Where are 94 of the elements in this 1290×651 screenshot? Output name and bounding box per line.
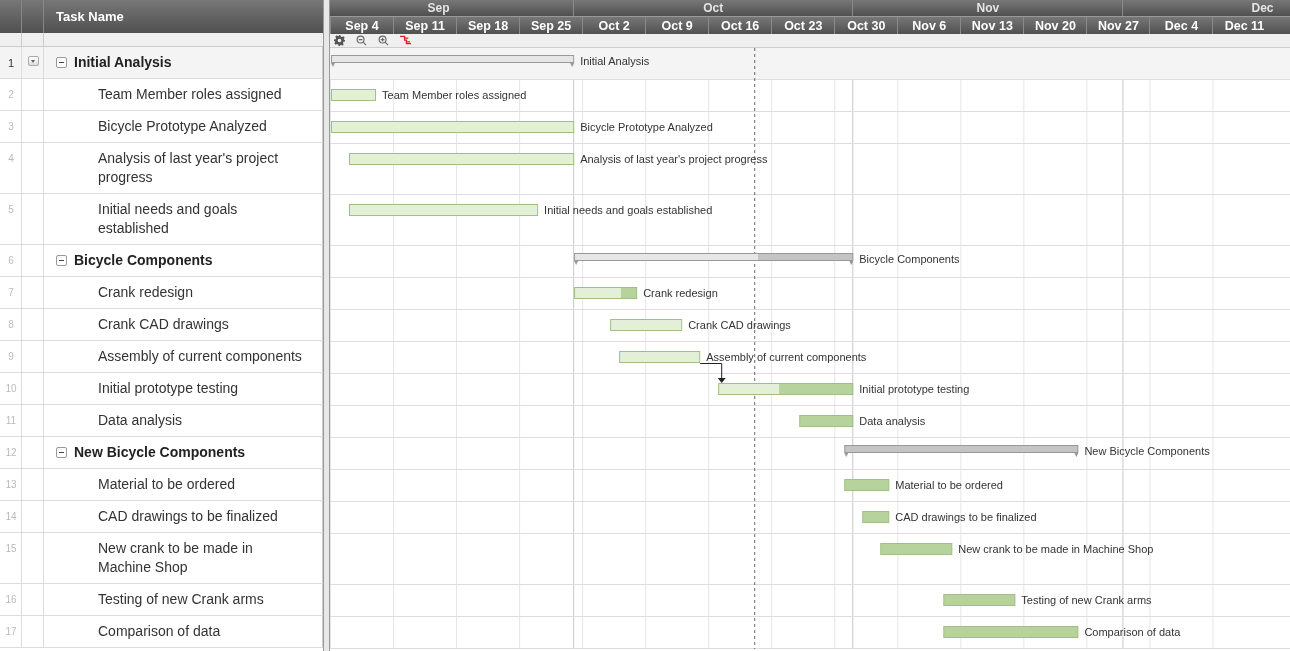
task-bar[interactable] bbox=[349, 153, 575, 165]
table-row[interactable]: 8 Crank CAD drawings bbox=[0, 309, 323, 341]
table-row[interactable]: 3 Bicycle Prototype Analyzed bbox=[0, 111, 323, 143]
bar-label: Bicycle Prototype Analyzed bbox=[580, 121, 713, 133]
task-bar[interactable] bbox=[331, 121, 575, 133]
task-bar[interactable] bbox=[574, 287, 638, 299]
task-bar[interactable] bbox=[610, 319, 683, 331]
task-name[interactable]: Crank CAD drawings bbox=[98, 315, 303, 334]
bar-label: Assembly of current components bbox=[706, 351, 867, 363]
bar-label: Team Member roles assigned bbox=[382, 89, 527, 101]
row-number: 8 bbox=[7, 318, 15, 331]
task-bar[interactable] bbox=[799, 415, 854, 427]
task-name[interactable]: Bicycle Prototype Analyzed bbox=[98, 117, 303, 136]
row-number: 15 bbox=[4, 542, 18, 555]
settings-icon[interactable] bbox=[334, 35, 345, 46]
task-name[interactable]: New Bicycle Components bbox=[74, 443, 279, 462]
bar-label: Analysis of last year's project progress bbox=[580, 153, 768, 165]
task-name[interactable]: Crank redesign bbox=[98, 283, 303, 302]
table-row[interactable]: 2 Team Member roles assigned bbox=[0, 79, 323, 111]
bar-label: New Bicycle Components bbox=[1084, 445, 1210, 457]
table-row[interactable]: 7 Crank redesign bbox=[0, 277, 323, 309]
task-bar[interactable] bbox=[943, 626, 1079, 638]
bar-label: Material to be ordered bbox=[895, 479, 1003, 491]
row-number: 13 bbox=[4, 478, 18, 491]
table-row[interactable]: 9 Assembly of current components bbox=[0, 341, 323, 373]
bar-label: Comparison of data bbox=[1084, 626, 1181, 638]
task-name[interactable]: Material to be ordered bbox=[98, 475, 303, 494]
bar-label: Initial needs and goals established bbox=[544, 204, 713, 216]
table-row[interactable]: 5 Initial needs and goals established bbox=[0, 194, 323, 245]
task-bar[interactable] bbox=[862, 511, 890, 523]
table-row[interactable]: 17 Comparison of data bbox=[0, 616, 323, 648]
task-name[interactable]: Initial needs and goals established bbox=[98, 200, 303, 238]
row-number: 6 bbox=[7, 254, 15, 267]
bar-label: Initial prototype testing bbox=[859, 383, 970, 395]
summary-bar[interactable] bbox=[331, 55, 575, 67]
task-name[interactable]: Bicycle Components bbox=[74, 251, 279, 270]
row-number: 3 bbox=[7, 120, 15, 133]
row-number: 5 bbox=[7, 203, 15, 216]
table-row[interactable]: 13 Material to be ordered bbox=[0, 469, 323, 501]
summary-bar[interactable] bbox=[574, 253, 854, 265]
bar-label: Testing of new Crank arms bbox=[1021, 594, 1152, 606]
collapse-icon[interactable] bbox=[56, 255, 67, 266]
summary-bar[interactable] bbox=[844, 445, 1079, 457]
task-name[interactable]: New crank to be made in Machine Shop bbox=[98, 539, 303, 577]
table-row[interactable]: 15 New crank to be made in Machine Shop bbox=[0, 533, 323, 584]
row-number: 7 bbox=[7, 286, 15, 299]
table-row[interactable]: 14 CAD drawings to be finalized bbox=[0, 501, 323, 533]
row-menu-button[interactable] bbox=[27, 56, 39, 66]
bar-label: New crank to be made in Machine Shop bbox=[958, 543, 1154, 555]
task-bar[interactable] bbox=[844, 479, 890, 491]
table-row[interactable]: 10 Initial prototype testing bbox=[0, 373, 323, 405]
table-row[interactable]: 4 Analysis of last year's project progress bbox=[0, 143, 323, 194]
bar-label: Crank CAD drawings bbox=[688, 319, 791, 331]
row-number: 2 bbox=[7, 88, 15, 101]
task-bar[interactable] bbox=[880, 543, 953, 555]
task-bar[interactable] bbox=[349, 204, 539, 216]
collapse-icon[interactable] bbox=[56, 447, 67, 458]
task-name[interactable]: Initial Analysis bbox=[74, 53, 279, 72]
bar-label: Data analysis bbox=[859, 415, 926, 427]
bar-label: Crank redesign bbox=[643, 287, 718, 299]
task-name[interactable]: Comparison of data bbox=[98, 622, 303, 641]
row-number: 10 bbox=[4, 382, 18, 395]
task-name[interactable]: Testing of new Crank arms bbox=[98, 590, 303, 609]
task-name[interactable]: Team Member roles assigned bbox=[98, 85, 303, 104]
row-number: 14 bbox=[4, 510, 18, 523]
task-bar[interactable] bbox=[619, 351, 701, 363]
row-number: 17 bbox=[4, 625, 18, 638]
bar-label: CAD drawings to be finalized bbox=[895, 511, 1037, 523]
row-number: 12 bbox=[4, 446, 18, 459]
task-bar[interactable] bbox=[718, 383, 854, 395]
critical-path-icon[interactable] bbox=[400, 35, 411, 46]
task-bar[interactable] bbox=[943, 594, 1016, 606]
task-name[interactable]: Analysis of last year's project progress bbox=[98, 149, 303, 187]
row-number: 9 bbox=[7, 350, 15, 363]
task-name[interactable]: Assembly of current components bbox=[98, 347, 303, 366]
task-name[interactable]: Initial prototype testing bbox=[98, 379, 303, 398]
table-row[interactable]: 6 Bicycle Components bbox=[0, 245, 323, 277]
table-row[interactable]: 12 New Bicycle Components bbox=[0, 437, 323, 469]
table-row[interactable]: 16 Testing of new Crank arms bbox=[0, 584, 323, 616]
task-bar[interactable] bbox=[331, 89, 376, 101]
column-header: Task Name bbox=[56, 9, 124, 24]
row-number: 4 bbox=[7, 152, 15, 165]
task-name[interactable]: Data analysis bbox=[98, 411, 303, 430]
table-row[interactable]: 11 Data analysis bbox=[0, 405, 323, 437]
table-row[interactable]: 1 Initial Analysis bbox=[0, 47, 323, 79]
bar-label: Bicycle Components bbox=[859, 253, 960, 265]
row-number: 16 bbox=[4, 593, 18, 606]
collapse-icon[interactable] bbox=[56, 57, 67, 68]
bar-label: Initial Analysis bbox=[580, 55, 650, 67]
row-number: 11 bbox=[4, 414, 18, 427]
zoom-out-icon[interactable] bbox=[356, 35, 367, 46]
zoom-in-icon[interactable] bbox=[378, 35, 389, 46]
row-number: 1 bbox=[6, 56, 16, 69]
task-name[interactable]: CAD drawings to be finalized bbox=[98, 507, 303, 526]
